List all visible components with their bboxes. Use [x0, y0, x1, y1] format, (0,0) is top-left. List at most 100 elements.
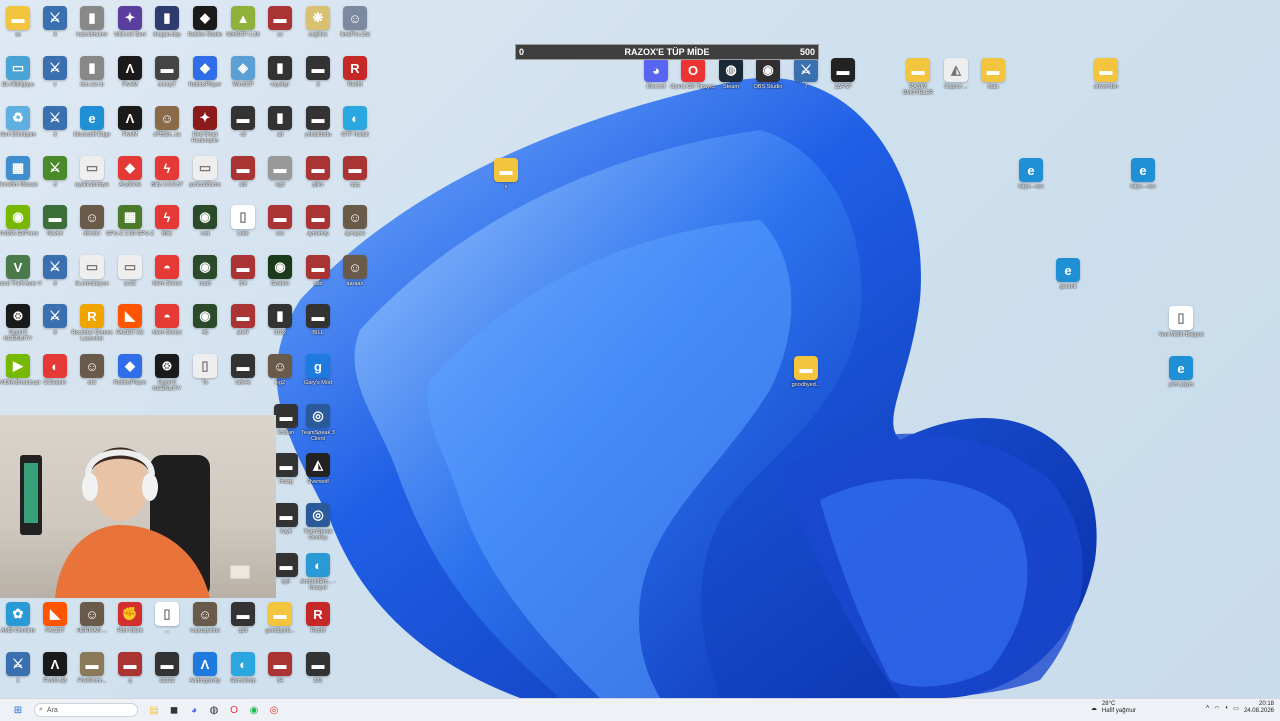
desktop-icon-label: Vikti.net Seni — [113, 32, 146, 38]
desktop-icon[interactable]: ▬ data — [969, 58, 1017, 90]
app-icon: ◎ — [306, 404, 330, 428]
system-tray: ☁ 28°C Hafif yağmur ˄ ◠ ◖ ▭ 20:18 24.08.… — [1091, 701, 1274, 715]
taskbar-search[interactable]: ⌕ Ara — [34, 703, 138, 717]
wifi-icon[interactable]: ◠ — [1214, 705, 1219, 712]
desktop-icon[interactable]: ◭ Overwolf — [294, 453, 342, 485]
desktop-icon-label: RedM — [347, 82, 363, 88]
app-icon: ⊛ — [155, 354, 179, 378]
start-button[interactable]: ⊞ — [10, 702, 26, 718]
desktop-icon[interactable]: ▬ qqq — [331, 156, 379, 188]
app-icon: ☺ — [343, 255, 367, 279]
desktop-icon[interactable]: ▬ goodbyed... — [782, 356, 830, 388]
app-icon: ▬ — [831, 58, 855, 82]
desktop-icon-label: FACEIT AC — [115, 330, 145, 336]
desktop-icon-label: qqq — [350, 182, 360, 188]
app-icon: ▬ — [343, 156, 367, 180]
app-icon: ◆ — [193, 56, 217, 80]
desktop-icon[interactable]: ◐ GTF Install — [331, 106, 379, 138]
app-icon: ▬ — [118, 652, 142, 676]
desktop-icon-label: Capcut ... — [944, 84, 968, 90]
app-icon: ⚔ — [43, 106, 67, 130]
chrome-icon[interactable]: ◎ — [266, 702, 282, 718]
discord-icon[interactable]: ◕ — [186, 702, 202, 718]
desktop-icon[interactable]: ◐ AndroidEm... - Kısayol — [294, 553, 342, 591]
app-icon: ▦ — [118, 205, 142, 229]
desktop-icon-label: Ek-Hilaligayo — [1, 82, 35, 88]
search-icon: ⌕ — [39, 706, 43, 713]
app-icon: ⚔ — [43, 156, 67, 180]
desktop-icon[interactable]: ▬ BILL — [294, 304, 342, 336]
desktop-icon-label: Mem Denizi — [152, 330, 182, 336]
app-icon: ◉ — [193, 304, 217, 328]
desktop-icon[interactable]: e yeni yayın — [1157, 356, 1205, 388]
desktop-icon[interactable]: e https---ww — [1119, 158, 1167, 190]
desktop-icon-label: Blitz — [161, 231, 173, 237]
app-icon: ◆ — [118, 354, 142, 378]
weather-widget[interactable]: 28°C Hafif yağmur — [1102, 701, 1136, 715]
desktop-icon[interactable]: ◎ TeamSpeak Overlay — [294, 503, 342, 541]
app-icon: ▮ — [155, 6, 179, 30]
desktop-icon-label: data — [987, 84, 999, 90]
desktop-icon-label: Gary's Mod — [304, 380, 332, 386]
taskbar: ⊞ ⌕ Ara ▤ ◼ ◕ ◍ O ◉ ◎ ☁ 28°C Hafif yağmur ˄ ◠ … — [0, 698, 1280, 721]
chevron-up-icon[interactable]: ˄ — [1206, 705, 1210, 711]
desktop-icon[interactable]: ◎ TeamSpeak 3 Client — [294, 404, 342, 442]
desktop-icon-label: FiveM — [122, 132, 138, 138]
app-icon: ⚔ — [6, 652, 30, 676]
desktop-icon-label: Blitz-1.0.6.57 — [150, 182, 184, 188]
desktop-icon-label: vaysbyr — [270, 82, 290, 88]
desktop-icon-label: 231 — [313, 678, 323, 684]
spotify-icon[interactable]: ◉ — [246, 702, 262, 718]
desktop-icon[interactable]: ▬ s — [482, 158, 530, 190]
app-icon: ❋ — [306, 6, 330, 30]
app-icon: ▬ — [306, 205, 330, 229]
app-icon: Λ — [193, 652, 217, 676]
desktop-icon[interactable]: ☺ aynayse — [331, 205, 379, 237]
app-icon: ⚔ — [43, 304, 67, 328]
desktop-icon[interactable]: R RedM — [331, 56, 379, 88]
battery-icon[interactable]: ▭ — [1233, 705, 1239, 712]
desktop-icon[interactable]: ▬ 231 — [294, 652, 342, 684]
app-icon: ◉ — [6, 205, 30, 229]
app-icon: ◆ — [118, 156, 142, 180]
volume-icon[interactable]: ◖ — [1225, 705, 1229, 711]
app-icon: ⊛ — [6, 304, 30, 328]
desktop-icon[interactable]: ▬ ortwerdsn — [1082, 58, 1130, 90]
store-icon[interactable]: ◼ — [166, 702, 182, 718]
app-icon: ▬ — [494, 158, 518, 182]
desktop-icon[interactable]: ▯ Yeni Metin Belgesi — [1157, 306, 1205, 338]
app-icon: ☺ — [80, 602, 104, 626]
desktop-icon[interactable]: ☺ İlmaPre.c3d — [331, 6, 379, 38]
desktop-icon-label: 3182 — [273, 330, 287, 336]
app-icon: ▯ — [1169, 306, 1193, 330]
app-icon: ▬ — [794, 356, 818, 380]
desktop-icon[interactable]: g Gary's Mod — [294, 354, 342, 386]
desktop-icon[interactable]: ☺ aaraan — [331, 255, 379, 287]
steam-icon[interactable]: ◍ — [206, 702, 222, 718]
app-icon: ▲ — [231, 6, 255, 30]
desktop-icon-label: ayir — [281, 579, 291, 585]
desktop-icon-label: Liste — [237, 231, 249, 237]
desktop-icon-label: agd — [275, 182, 285, 188]
desktop-icon-label: d — [53, 182, 57, 188]
app-icon: ▬ — [906, 58, 930, 82]
app-icon: ◕ — [644, 58, 668, 82]
app-icon: R — [343, 56, 367, 80]
app-icon: ▭ — [6, 56, 30, 80]
clock[interactable]: 20:18 24.08.2026 — [1244, 701, 1274, 715]
desktop-icon[interactable]: R RedM — [294, 602, 342, 634]
app-icon: ▬ — [268, 156, 292, 180]
app-icon: ◆ — [193, 6, 217, 30]
desktop-icon-label: aaraan — [346, 281, 364, 287]
desktop-icon[interactable]: ▬ 2ΔFSF — [819, 58, 867, 90]
app-icon: ◣ — [43, 602, 67, 626]
app-icon: ⚔ — [43, 255, 67, 279]
desktop-icon-label: https---ww — [1018, 184, 1044, 190]
desktop-icon-label: d — [316, 82, 320, 88]
app-icon: ▭ — [118, 255, 142, 279]
progress-max: 500 — [799, 47, 815, 57]
opera-icon[interactable]: O — [226, 702, 242, 718]
desktop-icon[interactable]: e https---ww — [1007, 158, 1055, 190]
file-explorer-icon[interactable]: ▤ — [146, 702, 162, 718]
desktop-icon[interactable]: e garanti — [1044, 258, 1092, 290]
